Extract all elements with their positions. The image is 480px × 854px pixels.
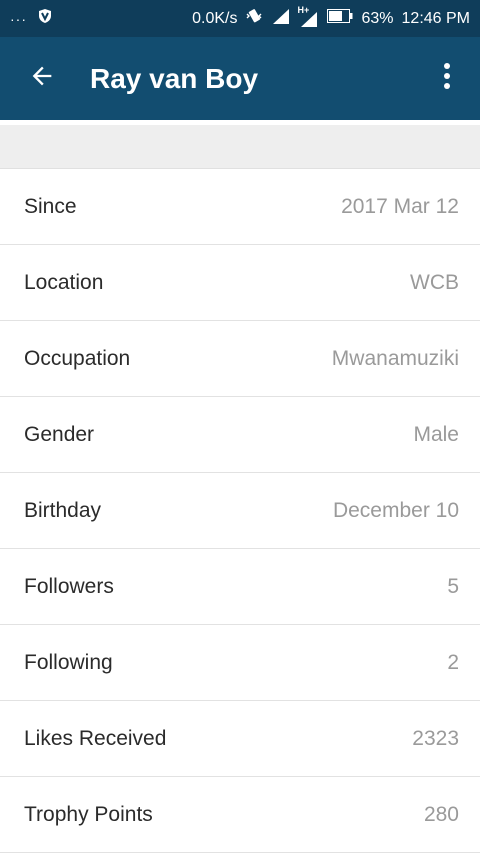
net-speed: 0.0K/s (192, 9, 238, 27)
list-item-since: Since 2017 Mar 12 (0, 169, 480, 245)
page-title: Ray van Boy (90, 62, 259, 94)
row-label: Birthday (24, 498, 102, 522)
row-value: 280 (423, 802, 459, 826)
list-item-following[interactable]: Following 2 (0, 625, 480, 701)
signal-icon (271, 8, 291, 29)
list-item-birthday: Birthday December 10 (0, 473, 480, 549)
row-value: 5 (447, 574, 459, 598)
signal-hplus-icon: H+ (297, 5, 319, 27)
battery-icon (327, 9, 353, 28)
row-label: Occupation (24, 346, 131, 370)
list-item-location: Location WCB (0, 245, 480, 321)
row-label: Gender (24, 422, 95, 446)
more-vertical-icon (443, 63, 451, 94)
row-value: 2017 Mar 12 (341, 194, 459, 218)
row-value: WCB (410, 270, 459, 294)
clock: 12:46 PM (401, 9, 470, 27)
back-button[interactable] (12, 49, 72, 109)
notification-dots: ··· (10, 10, 27, 27)
shield-v-icon (37, 8, 53, 29)
network-type-label: H+ (297, 4, 310, 15)
row-label: Trophy Points (24, 802, 153, 826)
app-bar: Ray van Boy (0, 37, 480, 120)
list-item-occupation: Occupation Mwanamuziki (0, 321, 480, 397)
row-value: 2 (447, 650, 459, 674)
arrow-left-icon (28, 62, 56, 95)
row-label: Location (24, 270, 104, 294)
row-value: Mwanamuziki (331, 346, 459, 370)
row-label: Following (24, 650, 113, 674)
vibrate-icon (245, 8, 263, 29)
list-item-gender: Gender Male (0, 397, 480, 473)
row-value: Male (413, 422, 459, 446)
battery-percent: 63% (361, 9, 394, 27)
list-item-followers[interactable]: Followers 5 (0, 549, 480, 625)
row-label: Followers (24, 574, 114, 598)
row-value: 2323 (412, 726, 459, 750)
status-bar: ··· 0.0K/s H+ 63% 12:46 PM (0, 0, 480, 37)
row-value: December 10 (332, 498, 459, 522)
row-label: Likes Received (24, 726, 167, 750)
list-item-trophy-points: Trophy Points 280 (0, 777, 480, 853)
overflow-menu-button[interactable] (422, 49, 472, 109)
list-item-likes-received: Likes Received 2323 (0, 701, 480, 777)
section-divider (0, 120, 480, 169)
profile-details-list: Since 2017 Mar 12 Location WCB Occupatio… (0, 169, 480, 853)
row-label: Since (24, 194, 77, 218)
